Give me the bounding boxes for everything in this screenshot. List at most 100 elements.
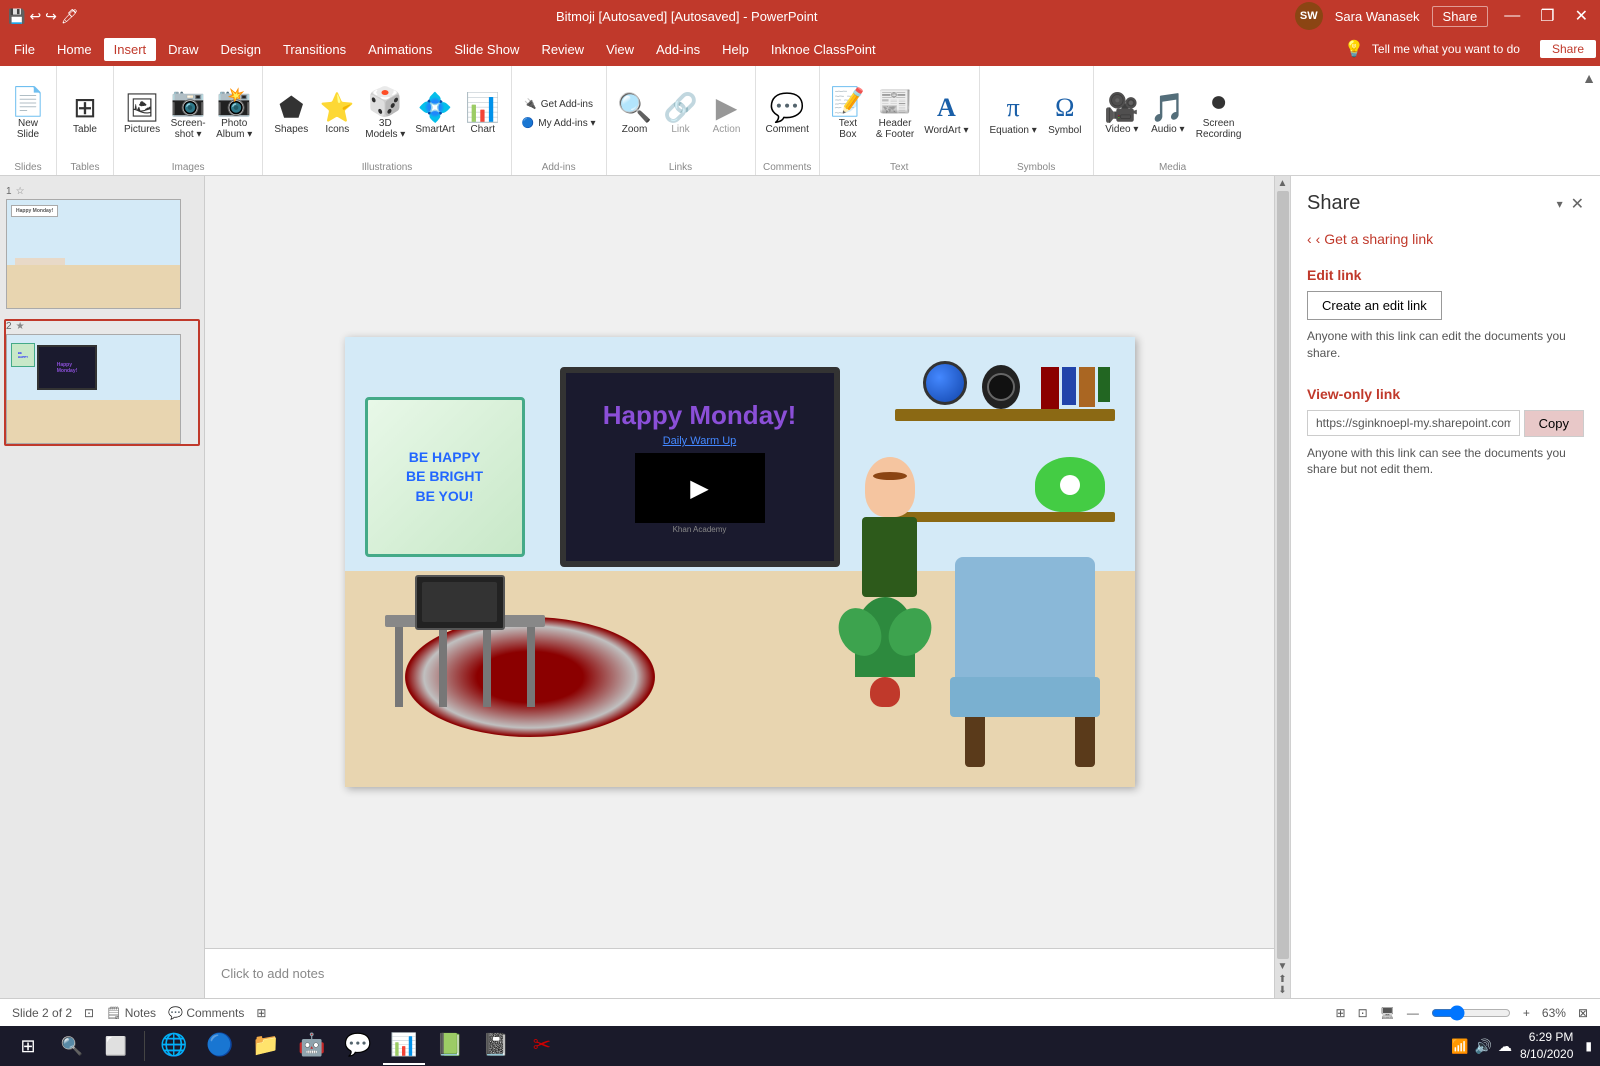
create-edit-link-button[interactable]: Create an edit link [1307, 291, 1442, 320]
smartart-button[interactable]: 💠 SmartArt [411, 90, 458, 139]
menu-design[interactable]: Design [211, 38, 271, 61]
zoom-slider-increase[interactable]: + [1523, 1006, 1530, 1020]
menu-slideshow[interactable]: Slide Show [444, 38, 529, 61]
chart-button[interactable]: 📊 Chart [461, 90, 505, 139]
menu-help[interactable]: Help [712, 38, 759, 61]
reading-view-btn[interactable]: 🖥 [1380, 1006, 1395, 1020]
taskbar-date-display: 8/10/2020 [1520, 1046, 1573, 1063]
daily-warmup-link[interactable]: Daily Warm Up [663, 435, 737, 447]
wordart-button[interactable]: A WordArt ▾ [920, 89, 972, 140]
photo-album-button[interactable]: 📸 PhotoAlbum ▾ [212, 84, 256, 144]
link-button[interactable]: 🔗 Link [659, 90, 703, 139]
taskbar-app-powerpoint[interactable]: 📊 [383, 1027, 425, 1065]
vertical-scrollbar[interactable]: ▲ ▼ ⬆ ⬇ [1274, 176, 1290, 998]
table-button[interactable]: ⊞ Table [63, 90, 107, 139]
show-desktop-btn[interactable]: ▮ [1585, 1039, 1592, 1053]
icons-button[interactable]: ⭐ Icons [315, 90, 359, 139]
taskbar-app-edge[interactable]: 🌐 [153, 1027, 195, 1065]
textbox-button[interactable]: 📝 TextBox [826, 84, 870, 144]
tray-onedrive-icon[interactable]: ☁ [1498, 1038, 1512, 1055]
slide-background: BE HAPPY BE BRIGHT BE YOU! Happy Monday!… [345, 337, 1135, 787]
minimize-btn[interactable]: — [1500, 7, 1524, 25]
menu-view[interactable]: View [596, 38, 644, 61]
taskbar-app-snip[interactable]: ✂ [521, 1027, 563, 1065]
share-menu-btn[interactable]: Share [1540, 40, 1596, 58]
menu-insert[interactable]: Insert [104, 38, 157, 61]
ribbon-collapse-button[interactable]: ▲ [1578, 66, 1600, 175]
equation-button[interactable]: π Equation ▾ [986, 89, 1041, 140]
taskbar-app-excel[interactable]: 📗 [429, 1027, 471, 1065]
menu-inknoe[interactable]: Inknoe ClassPoint [761, 38, 886, 61]
header-footer-button[interactable]: 📰 Header& Footer [872, 84, 918, 144]
share-titlebar-btn[interactable]: Share [1432, 6, 1489, 27]
tell-me-label[interactable]: Tell me what you want to do [1372, 42, 1520, 56]
taskbar-clock[interactable]: 6:29 PM 8/10/2020 [1520, 1029, 1573, 1063]
titlebar-right: SW Sara Wanasek Share — ❐ ✕ [1295, 2, 1592, 30]
scroll-thumb[interactable] [1277, 191, 1289, 959]
scroll-down-btn[interactable]: ▼ [1278, 961, 1288, 972]
save-icon[interactable]: 💾 [8, 8, 25, 25]
comment-button[interactable]: 💬 Comment [762, 90, 813, 139]
undo-icon[interactable]: ↩ [29, 8, 41, 25]
status-icon[interactable]: ⊞ [256, 1006, 266, 1020]
menu-draw[interactable]: Draw [158, 38, 208, 61]
slide-outline-icon[interactable]: ⊡ [84, 1006, 94, 1020]
share-panel-close-btn[interactable]: ✕ [1571, 194, 1584, 214]
star-icon-1: ☆ [16, 186, 25, 197]
screen-recording-button[interactable]: ⏺ ScreenRecording [1192, 84, 1246, 144]
fit-slide-btn[interactable]: ⊠ [1578, 1006, 1588, 1020]
menu-home[interactable]: Home [47, 38, 102, 61]
shapes-button[interactable]: ⬟ Shapes [269, 90, 313, 139]
search-btn[interactable]: 🔍 [52, 1026, 92, 1066]
maximize-btn[interactable]: ❐ [1536, 6, 1558, 26]
slide-thumb-2[interactable]: 2 ★ HappyMonday! BEHAPPY [4, 319, 200, 446]
slide-canvas-wrapper[interactable]: BE HAPPY BE BRIGHT BE YOU! Happy Monday!… [205, 176, 1274, 948]
zoom-slider-decrease[interactable]: — [1407, 1006, 1419, 1020]
notes-area[interactable]: Click to add notes [205, 948, 1274, 998]
slide-canvas: BE HAPPY BE BRIGHT BE YOU! Happy Monday!… [345, 337, 1135, 787]
tray-volume-icon[interactable]: 🔊 [1475, 1038, 1492, 1055]
menu-review[interactable]: Review [531, 38, 594, 61]
taskbar-app-chrome[interactable]: 🔵 [199, 1027, 241, 1065]
menu-file[interactable]: File [4, 38, 45, 61]
comments-btn[interactable]: 💬 Comments [168, 1006, 244, 1020]
ribbon-section-images: 🖼 Pictures 📷 Screen-shot ▾ 📸 PhotoAlbum … [114, 66, 263, 175]
share-back-btn[interactable]: ‹ ‹ Get a sharing link [1307, 231, 1584, 247]
screenshot-button[interactable]: 📷 Screen-shot ▾ [166, 84, 210, 144]
task-view-btn[interactable]: ⬜ [96, 1026, 136, 1066]
my-addins-button[interactable]: 🔵 My Add-ins ▾ [518, 116, 600, 131]
audio-button[interactable]: 🎵 Audio ▾ [1146, 90, 1190, 139]
taskbar-app-android[interactable]: 🤖 [291, 1027, 333, 1065]
zoom-button[interactable]: 🔍 Zoom [613, 90, 657, 139]
video-button[interactable]: 🎥 Video ▾ [1100, 90, 1144, 139]
tray-network-icon[interactable]: 📶 [1451, 1038, 1468, 1055]
menu-addins[interactable]: Add-ins [646, 38, 710, 61]
slide-thumb-1[interactable]: 1 ☆ Happy Monday! [4, 184, 200, 311]
3d-models-button[interactable]: 🎲 3DModels ▾ [361, 84, 409, 144]
redo-icon[interactable]: ↪ [45, 8, 57, 25]
taskbar-app-teams[interactable]: 💬 [337, 1027, 379, 1065]
notes-btn[interactable]: 🗒 Notes [106, 1006, 156, 1020]
share-panel-dropdown-btn[interactable]: ▾ [1557, 197, 1563, 211]
scroll-up-btn[interactable]: ▲ [1278, 178, 1288, 189]
symbol-button[interactable]: Ω Symbol [1043, 89, 1087, 140]
slide-sorter-btn[interactable]: ⊡ [1358, 1006, 1368, 1020]
get-addins-button[interactable]: 🔌 Get Add-ins [518, 97, 600, 112]
new-slide-button[interactable]: 📄 NewSlide [6, 84, 50, 144]
view-only-link-input[interactable] [1307, 410, 1520, 436]
menu-transitions[interactable]: Transitions [273, 38, 356, 61]
copy-link-button[interactable]: Copy [1524, 410, 1584, 437]
zoom-slider[interactable] [1431, 1005, 1511, 1021]
next-slide-scroll-btn[interactable]: ⬇ [1278, 985, 1286, 996]
close-btn[interactable]: ✕ [1571, 6, 1592, 26]
taskbar-app-onenote[interactable]: 📓 [475, 1027, 517, 1065]
start-btn[interactable]: ⊞ [8, 1026, 48, 1066]
pictures-button[interactable]: 🖼 Pictures [120, 90, 164, 139]
normal-view-btn[interactable]: ⊞ [1336, 1006, 1346, 1020]
touch-icon[interactable]: 🖊 [61, 8, 79, 25]
taskbar-app-explorer[interactable]: 📁 [245, 1027, 287, 1065]
prev-slide-scroll-btn[interactable]: ⬆ [1278, 974, 1286, 985]
menu-animations[interactable]: Animations [358, 38, 442, 61]
action-button[interactable]: ▶ Action [705, 90, 749, 139]
slide-count: Slide 2 of 2 [12, 1006, 72, 1020]
